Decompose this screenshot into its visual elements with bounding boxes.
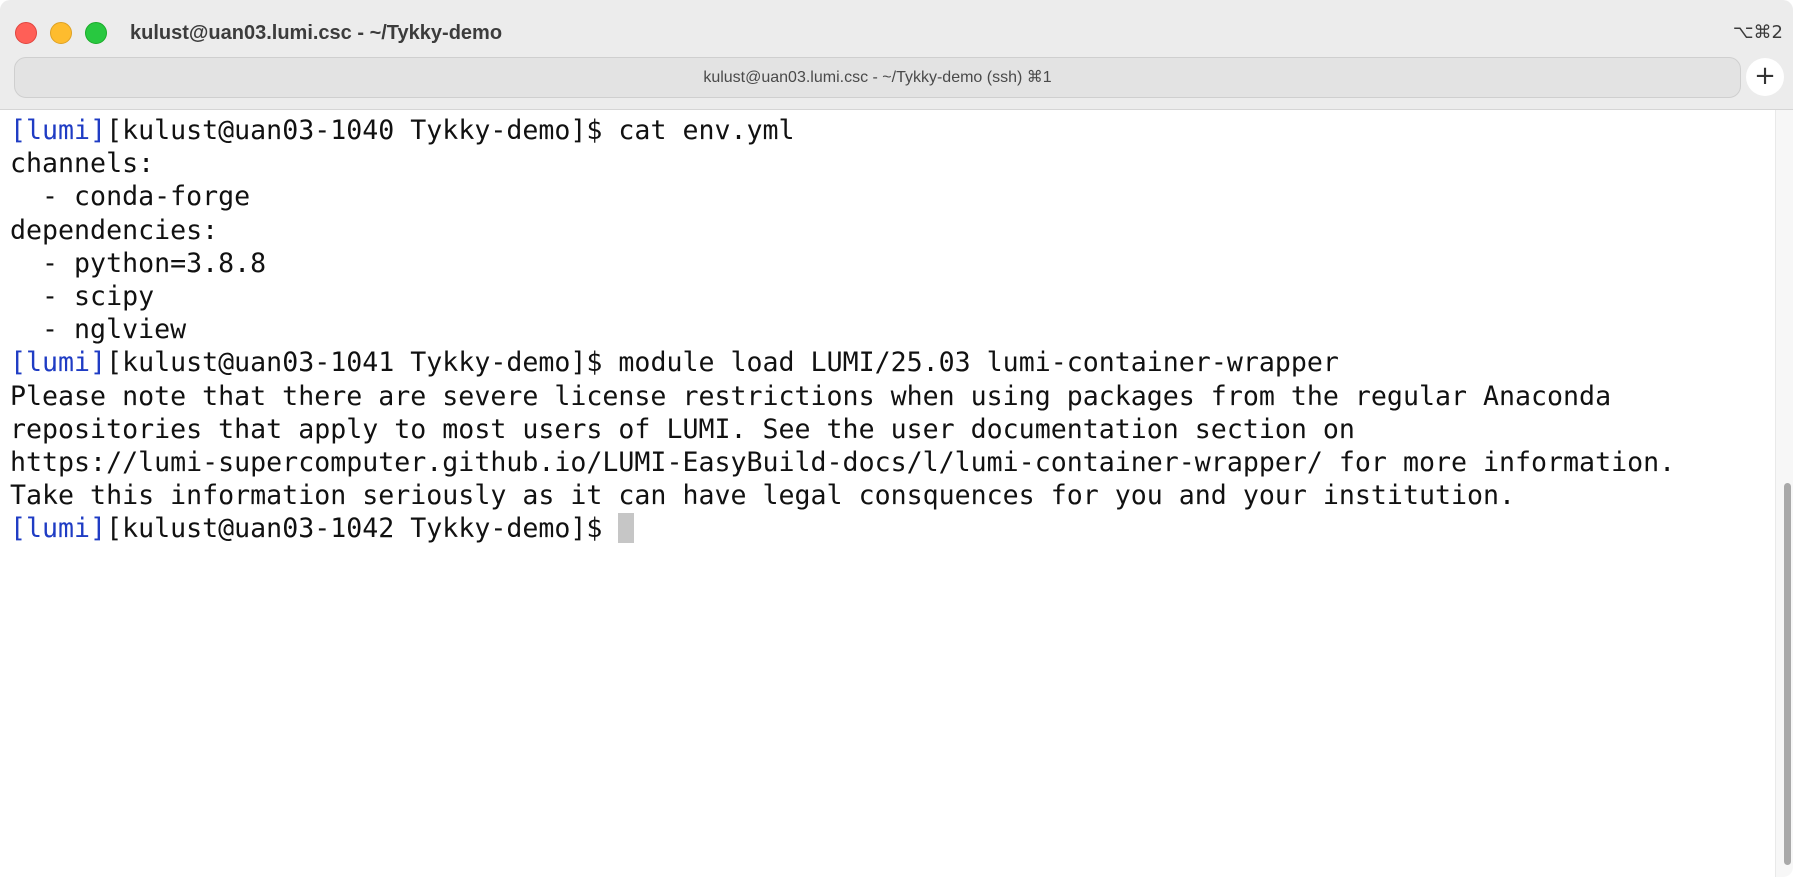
line-text: [kulust@uan03-1040 Tykky-demo]$ cat env.…	[106, 115, 795, 146]
terminal-line: - python=3.8.8	[10, 247, 1770, 280]
line-text: dependencies:	[10, 214, 219, 246]
terminal-line: - scipy	[10, 280, 1770, 313]
line-text: - conda-forge	[10, 181, 251, 213]
line-text: https://lumi-supercomputer.github.io/LUM…	[10, 446, 1676, 478]
terminal-line: [lumi][kulust@uan03-1040 Tykky-demo]$ ca…	[10, 114, 1770, 147]
line-text: - python=3.8.8	[10, 247, 267, 279]
terminal-line: dependencies:	[10, 214, 1770, 247]
window-title: kulust@uan03.lumi.csc - ~/Tykky-demo	[130, 22, 503, 44]
line-text: repositories that apply to most users of…	[10, 413, 1355, 445]
line-text: channels:	[10, 148, 155, 180]
line-text: [kulust@uan03-1042 Tykky-demo]$	[106, 513, 619, 545]
terminal-line: - nglview	[10, 313, 1770, 346]
terminal-line: https://lumi-supercomputer.github.io/LUM…	[10, 446, 1770, 479]
tab-label: kulust@uan03.lumi.csc - ~/Tykky-demo (ss…	[703, 69, 1052, 86]
line-text: Please note that there are severe licens…	[10, 380, 1612, 412]
line-text: - scipy	[10, 280, 155, 312]
text-cursor	[618, 513, 635, 544]
terminal-line: [lumi][kulust@uan03-1041 Tykky-demo]$ mo…	[10, 346, 1770, 379]
line-text: Take this information seriously as it ca…	[10, 480, 1516, 512]
prompt-prefix: [lumi]	[10, 115, 107, 146]
terminal-line: - conda-forge	[10, 180, 1770, 213]
window-shortcut: ⌥⌘2	[1732, 22, 1783, 43]
minimize-window-button[interactable]	[50, 22, 72, 44]
terminal-line: Take this information seriously as it ca…	[10, 479, 1770, 512]
new-tab-button[interactable]: +	[1746, 58, 1784, 96]
zoom-window-button[interactable]	[85, 22, 107, 44]
line-text: - nglview	[10, 314, 187, 346]
terminal-output[interactable]: [lumi][kulust@uan03-1040 Tykky-demo]$ ca…	[0, 110, 1770, 877]
prompt-prefix: [lumi]	[10, 513, 107, 545]
scrollbar-thumb[interactable]	[1784, 483, 1791, 865]
terminal-line: Please note that there are severe licens…	[10, 380, 1770, 413]
terminal-line: channels:	[10, 147, 1770, 180]
tab-ssh-session[interactable]: kulust@uan03.lumi.csc - ~/Tykky-demo (ss…	[14, 57, 1741, 98]
title-bar[interactable]: kulust@uan03.lumi.csc - ~/Tykky-demo ⌥⌘2…	[0, 0, 1793, 110]
terminal-window: kulust@uan03.lumi.csc - ~/Tykky-demo ⌥⌘2…	[0, 0, 1793, 877]
terminal-line: repositories that apply to most users of…	[10, 413, 1770, 446]
prompt-prefix: [lumi]	[10, 347, 107, 379]
line-text: [kulust@uan03-1041 Tykky-demo]$ module l…	[106, 347, 1339, 379]
close-window-button[interactable]	[15, 22, 37, 44]
terminal-prompt-line[interactable]: [lumi][kulust@uan03-1042 Tykky-demo]$	[10, 512, 1770, 545]
